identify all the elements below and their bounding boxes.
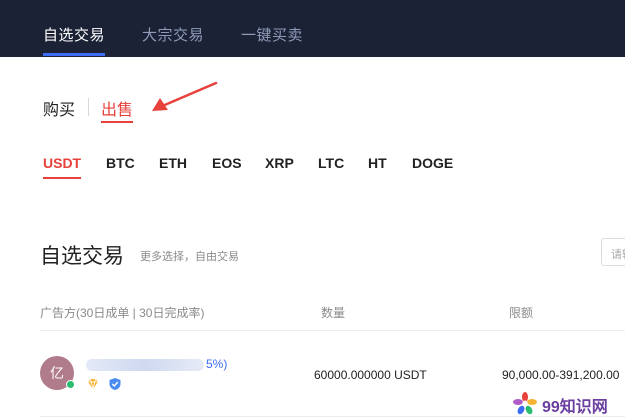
header-limit: 限额 <box>509 306 534 320</box>
coin-tab-ltc[interactable]: LTC <box>318 155 344 171</box>
ad-limit: 90,000.00-391,200.00 <box>502 368 620 382</box>
watermark-text: 99知识网 <box>542 399 608 416</box>
coin-tab-eth[interactable]: ETH <box>159 155 187 171</box>
annotation-arrow-icon <box>152 81 218 111</box>
top-nav: 自选交易 大宗交易 一键买卖 <box>0 0 625 57</box>
coin-tab-usdt[interactable]: USDT <box>43 155 82 179</box>
coin-tab-ht[interactable]: HT <box>368 155 387 171</box>
online-status-dot <box>66 380 75 389</box>
search-input[interactable]: 请输 <box>601 238 625 266</box>
section-title: 自选交易 <box>40 245 124 268</box>
coin-tab-doge[interactable]: DOGE <box>412 155 453 171</box>
buy-toggle[interactable]: 购买 <box>43 96 75 120</box>
header-advertiser: 广告方(30日成单 | 30日完成率) <box>40 306 205 320</box>
verified-shield-icon <box>109 378 121 390</box>
header-quantity: 数量 <box>321 306 346 320</box>
merchant-completion-rate: 5%) <box>206 357 228 371</box>
tab-one-click-trade[interactable]: 一键买卖 <box>241 24 303 45</box>
tab-block-trade[interactable]: 大宗交易 <box>142 24 204 45</box>
merchant-name-link[interactable]: 5%) <box>86 357 227 371</box>
flower-logo-icon <box>513 392 537 415</box>
tab-self-select-trade[interactable]: 自选交易 <box>43 24 106 56</box>
sell-toggle[interactable]: 出售 <box>101 96 134 123</box>
coin-tab-xrp[interactable]: XRP <box>265 155 294 171</box>
toggle-divider <box>88 98 89 116</box>
coin-tab-eos[interactable]: EOS <box>212 155 242 171</box>
section-subtitle: 更多选择，自由交易 <box>140 251 239 263</box>
coin-tab-btc[interactable]: BTC <box>106 155 135 171</box>
ad-quantity: 60000.000000 USDT <box>314 368 427 382</box>
diamond-merchant-icon <box>88 378 98 390</box>
blurred-merchant-name <box>86 358 204 371</box>
